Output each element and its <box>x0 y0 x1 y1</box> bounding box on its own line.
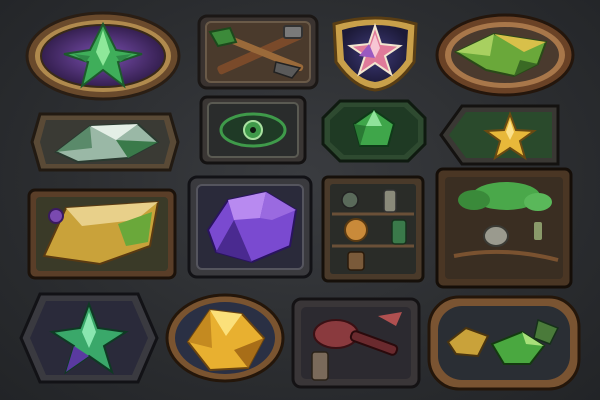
badge-purple-ore[interactable] <box>186 174 314 280</box>
badge-pink-star-gem[interactable] <box>326 10 424 92</box>
badge-frame <box>332 16 418 92</box>
badge-green-eye-rune[interactable] <box>198 94 308 166</box>
badge-frame <box>435 13 575 97</box>
badge-garden-plants[interactable] <box>434 166 574 290</box>
badge-silver-crystal-shard[interactable] <box>30 108 180 176</box>
badge-potion-shelf[interactable] <box>320 174 426 284</box>
badge-frame <box>321 175 425 283</box>
green-eye-rune-icon <box>219 112 287 148</box>
badge-emerald-star-gem[interactable] <box>18 290 160 386</box>
badge-red-key-tools[interactable] <box>290 296 422 390</box>
badge-frame <box>25 11 181 101</box>
badge-frame <box>439 104 560 166</box>
badge-frame <box>435 167 573 289</box>
badge-frame <box>427 295 581 391</box>
item-badge-grid <box>0 0 600 400</box>
badge-gold-star[interactable] <box>438 102 564 168</box>
badge-frame <box>197 14 319 90</box>
badge-frame <box>291 297 421 389</box>
badge-green-gold-crystal[interactable] <box>434 12 576 98</box>
badge-parchment-scroll[interactable] <box>26 186 178 282</box>
badge-frame <box>321 99 427 163</box>
badge-green-gem[interactable] <box>320 98 428 164</box>
badge-frame <box>187 175 313 279</box>
badge-gold-crystal[interactable] <box>164 292 286 384</box>
badge-frame <box>27 188 177 280</box>
badge-green-leaf-gem[interactable] <box>24 10 182 102</box>
badge-mixed-gems[interactable] <box>426 294 582 392</box>
badge-frame <box>30 112 180 172</box>
badge-frame <box>19 292 159 384</box>
badge-frame <box>199 95 307 165</box>
badge-frame <box>165 293 285 383</box>
badge-crossed-tools[interactable] <box>196 12 320 92</box>
